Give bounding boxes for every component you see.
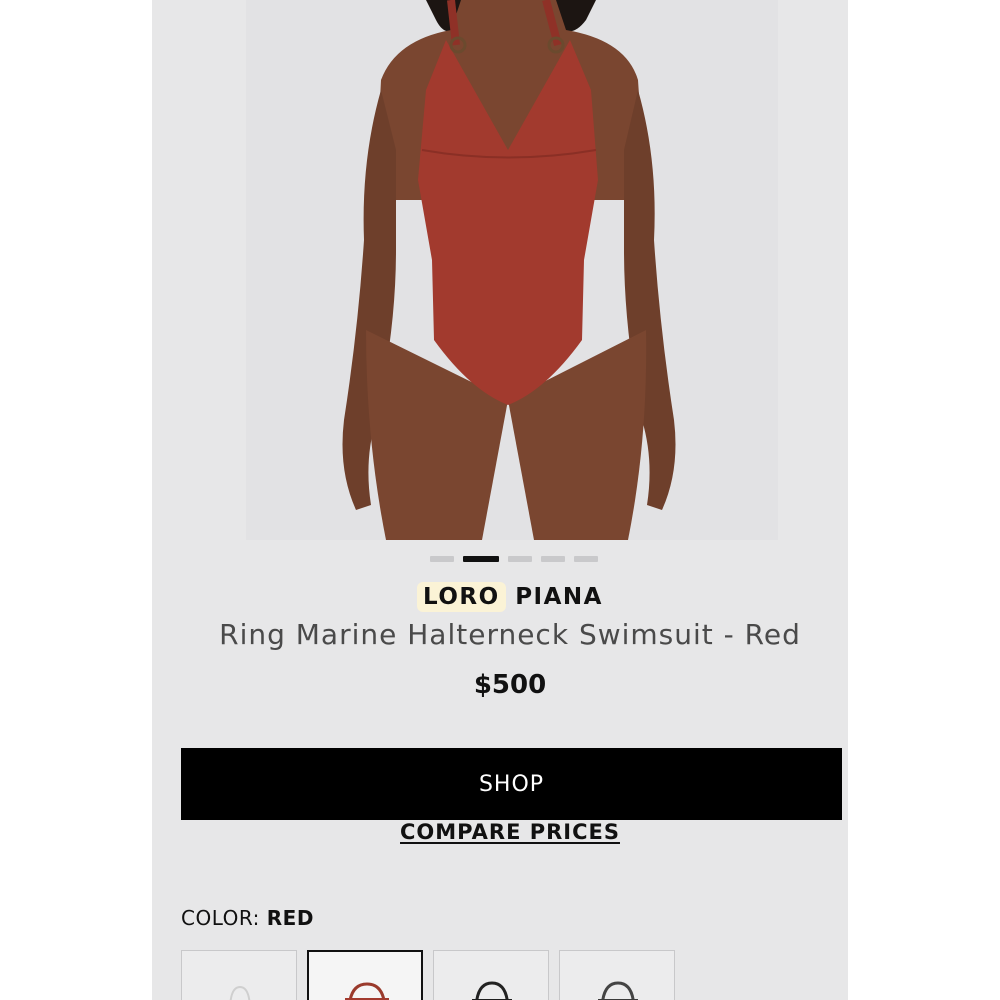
compare-prices-link[interactable]: COMPARE PRICES xyxy=(152,820,848,844)
gallery-pagination xyxy=(430,556,598,562)
brand-highlight: LORO xyxy=(417,582,506,612)
product-title: Ring Marine Halterneck Swimsuit - Red xyxy=(219,618,801,651)
gallery-dot[interactable] xyxy=(463,556,499,562)
color-swatches xyxy=(181,950,675,1000)
swatch-black[interactable] xyxy=(433,950,549,1000)
color-value: RED xyxy=(266,906,314,930)
shop-button[interactable]: SHOP xyxy=(181,748,842,820)
bag-red-icon xyxy=(345,982,389,1000)
product-price: $500 xyxy=(473,670,547,700)
bag-black-icon xyxy=(472,981,512,1000)
brand-name-rest: PIANA xyxy=(515,584,603,610)
color-selector-label: COLOR: RED xyxy=(181,906,314,930)
brand-name[interactable]: LORO PIANA xyxy=(152,582,848,612)
bag-gray-icon xyxy=(598,981,638,1000)
gallery-dot[interactable] xyxy=(430,556,454,562)
model-photo xyxy=(246,0,778,540)
product-image[interactable] xyxy=(246,0,778,540)
gallery-dot[interactable] xyxy=(508,556,532,562)
product-page: LORO PIANA Ring Marine Halterneck Swimsu… xyxy=(152,0,848,1000)
color-label: COLOR: xyxy=(181,906,260,930)
gallery-dot[interactable] xyxy=(541,556,565,562)
swatch-white[interactable] xyxy=(181,950,297,1000)
gallery-dot[interactable] xyxy=(574,556,598,562)
swatch-red[interactable] xyxy=(307,950,423,1000)
swatch-dark-gray[interactable] xyxy=(559,950,675,1000)
bag-white-icon xyxy=(229,985,251,1000)
